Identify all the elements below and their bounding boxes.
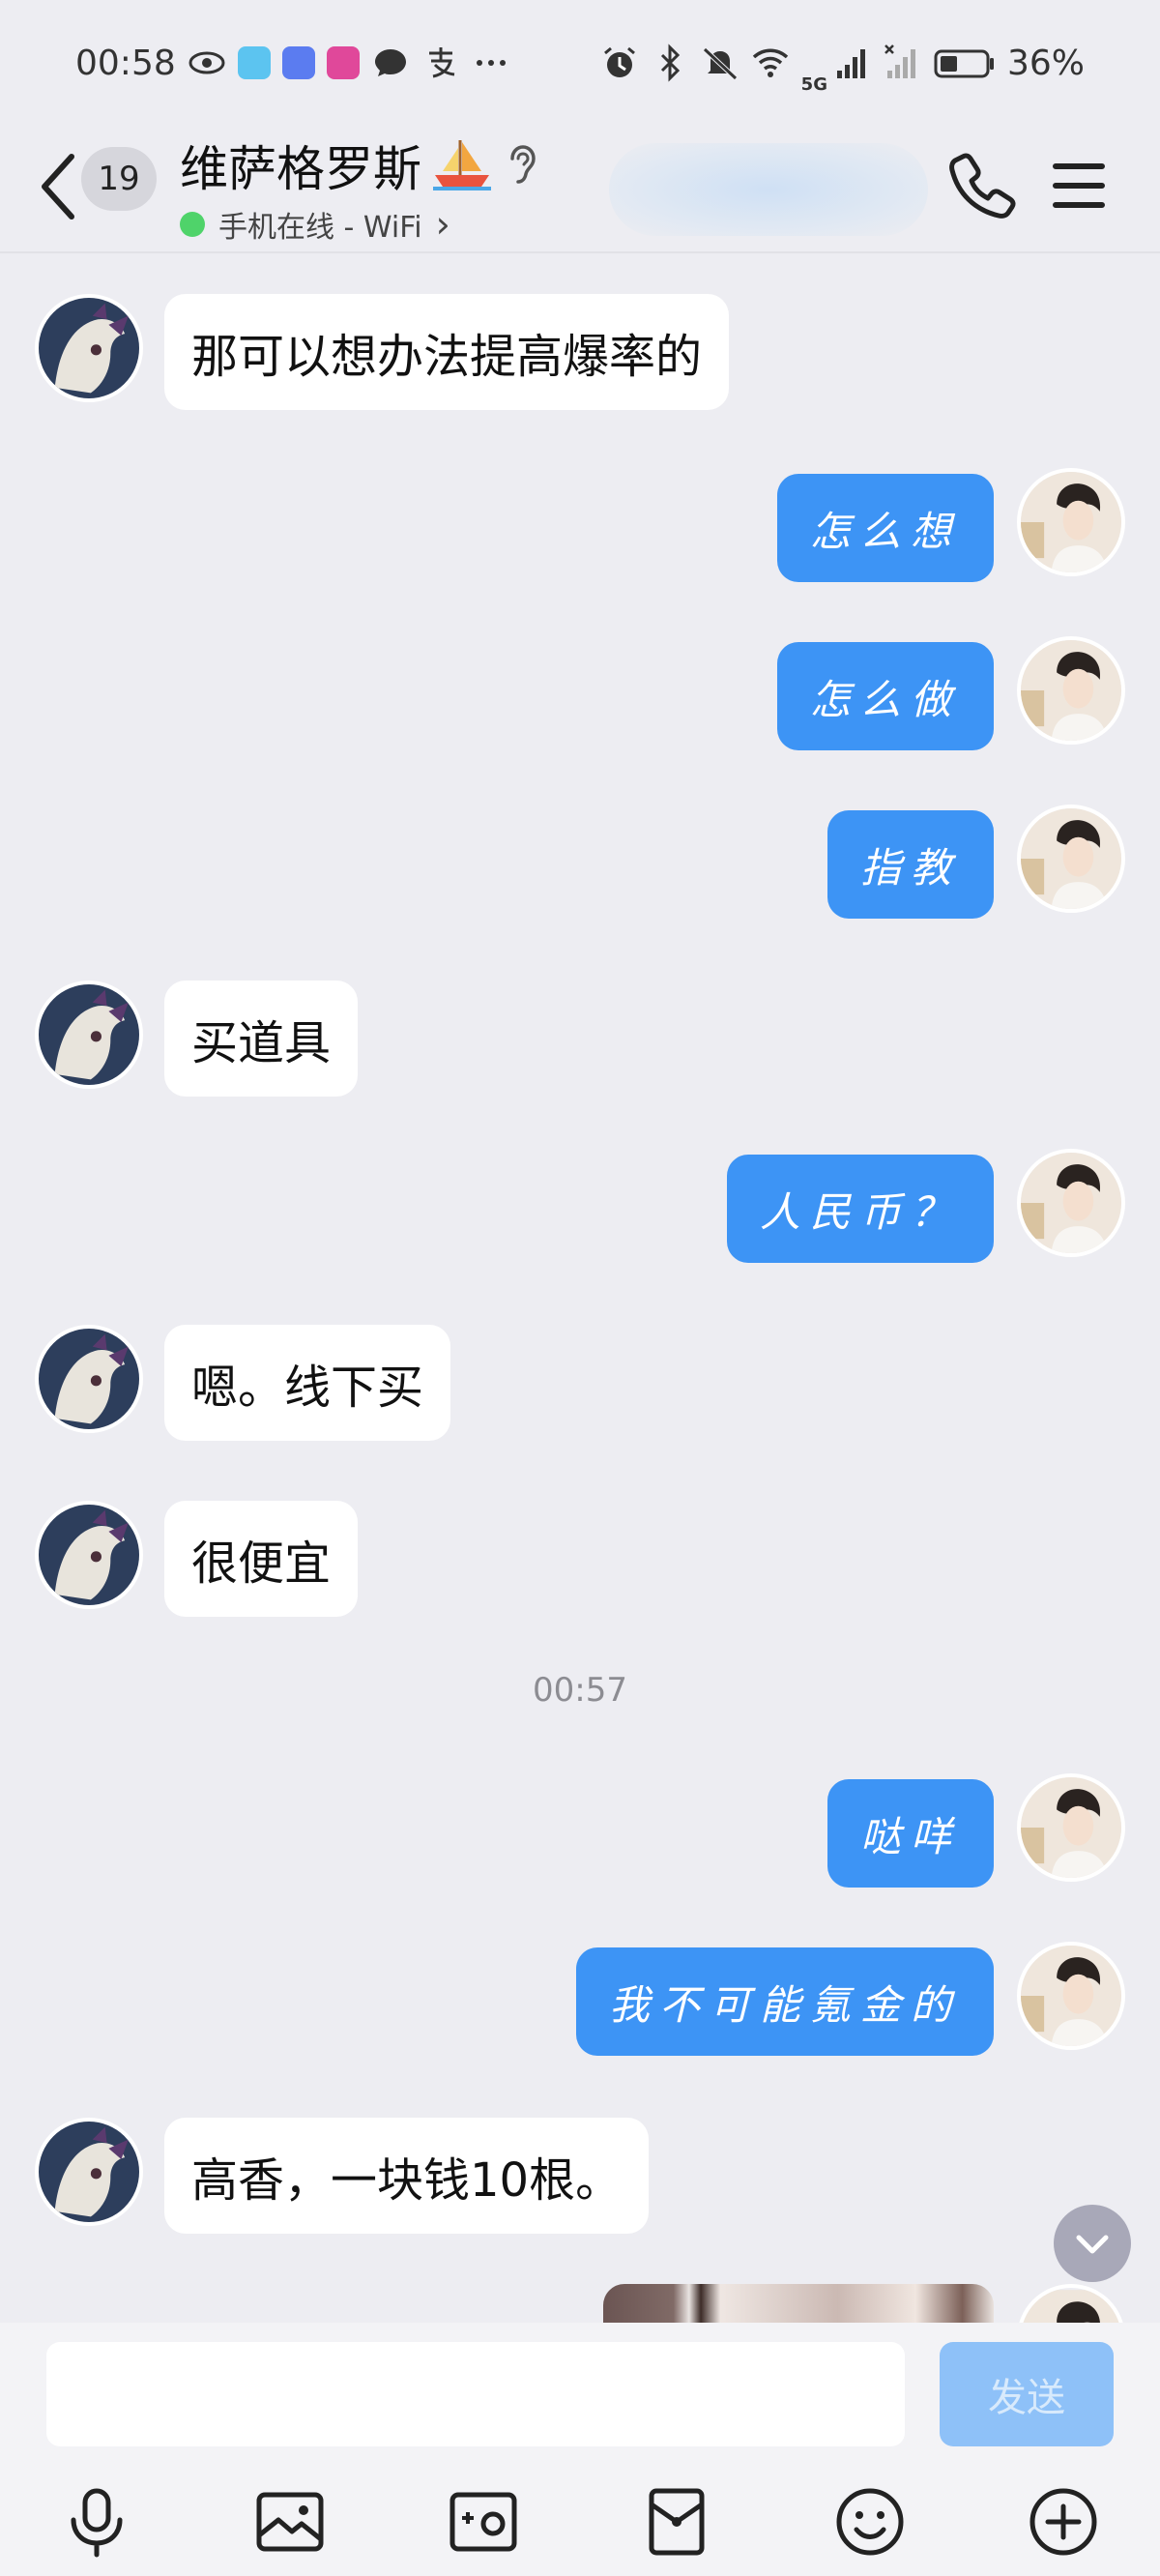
battery-percent: 36% — [1006, 43, 1085, 83]
my-avatar[interactable] — [1017, 1773, 1125, 1882]
message-bubble[interactable]: 指教 — [826, 810, 994, 919]
message-bubble[interactable]: 怎么想 — [776, 474, 994, 582]
message-bubble[interactable]: 怎么做 — [776, 642, 994, 750]
message-input[interactable] — [46, 2342, 905, 2446]
alarm-icon — [600, 44, 639, 82]
mute-icon — [701, 44, 740, 82]
online-dot — [180, 212, 205, 237]
emoji-button[interactable] — [831, 2483, 909, 2561]
back-button[interactable] — [29, 143, 87, 230]
phone-icon — [949, 153, 1016, 219]
eye-icon — [188, 44, 226, 82]
menu-button[interactable] — [1050, 151, 1108, 220]
message-bubble[interactable]: 很便宜 — [164, 1501, 359, 1617]
message-icon — [371, 44, 410, 82]
wifi-icon — [751, 44, 790, 82]
more-options-button[interactable] — [1025, 2483, 1102, 2561]
status-bar-left: 00:58 — [75, 44, 510, 83]
online-status: 手机在线 - WiFi › — [180, 203, 541, 246]
contact-avatar[interactable] — [35, 2118, 143, 2226]
signal-icon-2 — [884, 44, 922, 82]
blurred-area — [609, 143, 928, 236]
contact-avatar[interactable] — [35, 1325, 143, 1433]
unread-count-badge[interactable]: 19 — [81, 147, 157, 211]
plus-icon — [1030, 2488, 1097, 2556]
battery-icon — [934, 44, 996, 82]
reader-app-icon — [237, 46, 271, 79]
my-avatar[interactable] — [1017, 468, 1125, 576]
gallery-button[interactable] — [251, 2483, 329, 2561]
microphone-icon — [71, 2488, 123, 2558]
input-toolbar — [0, 2477, 1160, 2564]
video-app-icon — [326, 46, 360, 79]
chevron-right-icon: › — [435, 203, 450, 246]
more-icon — [472, 44, 510, 82]
input-panel: 发送 — [0, 2323, 1160, 2576]
red-packet-icon — [649, 2488, 705, 2556]
chevron-down-icon — [1076, 2235, 1109, 2254]
message-bubble[interactable]: 我不可能氪金的 — [575, 1947, 994, 2056]
my-avatar[interactable] — [1017, 2284, 1125, 2323]
camera-icon — [450, 2492, 517, 2552]
my-avatar[interactable] — [1017, 805, 1125, 913]
alipay-icon — [421, 44, 460, 82]
my-avatar[interactable] — [1017, 636, 1125, 745]
status-time: 00:58 — [75, 43, 176, 83]
message-bubble[interactable]: 人民币？ — [726, 1155, 994, 1263]
scroll-to-bottom-button[interactable] — [1054, 2205, 1131, 2282]
emoji-icon — [836, 2488, 904, 2556]
hamburger-menu-icon — [1053, 163, 1105, 208]
microphone-button[interactable] — [58, 2483, 135, 2561]
signal-icon — [833, 44, 872, 82]
online-status-text: 手机在线 - WiFi — [218, 211, 422, 245]
message-bubble[interactable]: 嗯。线下买 — [164, 1325, 451, 1441]
contact-avatar[interactable] — [35, 981, 143, 1089]
message-list[interactable]: 那可以想办法提高爆率的 怎么想 怎么做 指教 买道具 人民币？ 嗯。线下买 很便… — [0, 253, 1160, 2323]
my-avatar[interactable] — [1017, 1942, 1125, 2050]
network-label: 5G — [800, 73, 827, 95]
contact-name: 维萨格罗斯 — [180, 141, 421, 197]
call-button[interactable] — [945, 149, 1019, 222]
timestamp: 00:57 — [533, 1671, 627, 1710]
chat-header: 19 维萨格罗斯 手机在线 - WiFi › — [0, 126, 1160, 251]
contact-avatar[interactable] — [35, 1501, 143, 1609]
message-bubble[interactable]: 高香，一块钱10根。 — [164, 2118, 650, 2234]
contact-info[interactable]: 维萨格罗斯 手机在线 - WiFi › — [180, 132, 541, 246]
my-avatar[interactable] — [1017, 1149, 1125, 1257]
red-packet-button[interactable] — [638, 2483, 715, 2561]
status-bar: 00:58 5G 36% — [0, 0, 1160, 126]
message-bubble[interactable]: 买道具 — [164, 981, 359, 1097]
contact-title-row: 维萨格罗斯 — [180, 132, 541, 199]
hearing-icon[interactable] — [503, 141, 541, 190]
contact-avatar[interactable] — [35, 294, 143, 402]
send-button[interactable]: 发送 — [940, 2342, 1114, 2446]
bluetooth-icon — [651, 44, 689, 82]
message-bubble[interactable]: 哒咩 — [826, 1779, 994, 1888]
sailboat-icon — [433, 140, 491, 190]
image-icon — [256, 2492, 324, 2552]
status-bar-right: 5G 36% — [600, 32, 1085, 95]
image-message[interactable] — [603, 2284, 994, 2323]
store-app-icon — [281, 46, 315, 79]
chevron-left-icon — [42, 154, 74, 220]
chat-screen: 00:58 5G 36% 19 维萨格罗斯 手机在线 - WiFi › 那可以想… — [0, 0, 1160, 2576]
camera-button[interactable] — [445, 2483, 522, 2561]
message-bubble[interactable]: 那可以想办法提高爆率的 — [164, 294, 730, 410]
